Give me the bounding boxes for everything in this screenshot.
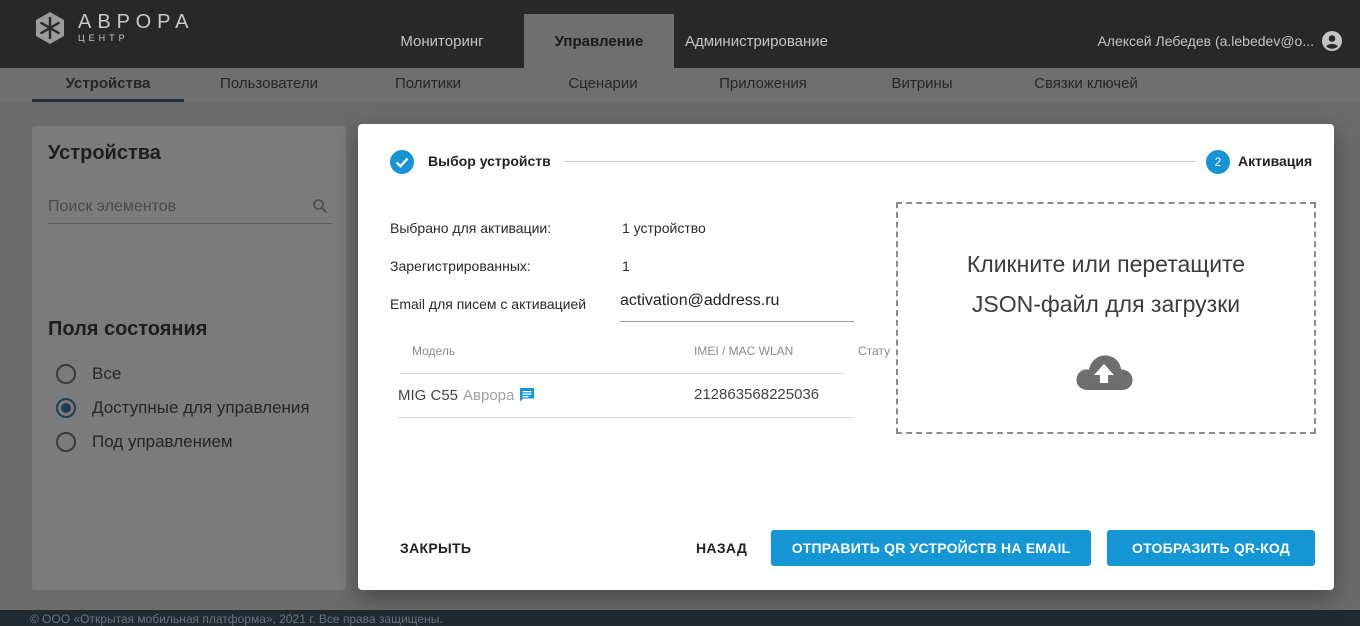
step2-number: 2 xyxy=(1206,150,1230,174)
search-placeholder: Поиск элементов xyxy=(48,198,177,215)
subnav-apps[interactable]: Приложения xyxy=(698,68,828,102)
column-header-status[interactable]: Стату xyxy=(858,344,890,358)
step-connector xyxy=(564,161,1196,162)
footer: © ООО «Открытая мобильная платформа», 20… xyxy=(0,610,1360,626)
close-button[interactable]: ЗАКРЫТЬ xyxy=(400,540,471,556)
sub-nav: Устройства Пользователи Политики Сценари… xyxy=(0,68,1360,102)
dropzone-text: Кликните или перетащите JSON-файл для за… xyxy=(898,244,1314,324)
radio-label: Все xyxy=(92,364,122,383)
check-icon xyxy=(395,157,409,168)
column-header-imei[interactable]: IMEI / MAC WLAN xyxy=(694,344,793,358)
selected-value: 1 устройство xyxy=(622,220,706,236)
cloud-upload-icon xyxy=(1076,355,1133,390)
send-qr-email-button[interactable]: ОТПРАВИТЬ QR УСТРОЙСТВ НА EMAIL xyxy=(771,530,1091,566)
radio-all[interactable]: Все xyxy=(56,364,121,384)
logo-name: АВРОРА xyxy=(78,11,195,33)
account-circle-icon xyxy=(1322,31,1342,51)
dropzone-line-2: JSON-файл для загрузки xyxy=(971,291,1241,317)
step-complete-badge xyxy=(390,150,414,174)
stepper: Выбор устройств 2 Активация xyxy=(390,150,1316,174)
step2-label: Активация xyxy=(1238,153,1313,169)
selected-label: Выбрано для активации: xyxy=(390,220,552,236)
subnav-devices[interactable]: Устройства xyxy=(32,68,184,102)
radio-button[interactable] xyxy=(56,432,76,452)
subnav-users[interactable]: Пользователи xyxy=(196,68,342,102)
back-button[interactable]: НАЗАД xyxy=(696,540,747,556)
radio-label: Доступные для управления xyxy=(92,398,310,417)
logo-icon xyxy=(36,12,64,44)
logo[interactable]: АВРОРА ЦЕНТР xyxy=(32,10,194,46)
dropzone-line-1: Кликните или перетащите xyxy=(966,251,1246,277)
search-icon xyxy=(313,199,328,214)
radio-button-checked[interactable] xyxy=(56,398,76,418)
registered-label: Зарегистрированных: xyxy=(390,258,531,274)
cell-model: MIG C55 Аврора xyxy=(398,386,536,404)
subnav-scenarios[interactable]: Сценарии xyxy=(548,68,658,102)
nav-administration[interactable]: Администрирование xyxy=(674,14,839,68)
radio-label: Под управлением xyxy=(92,432,233,451)
radio-available[interactable]: Доступные для управления xyxy=(56,398,310,418)
subnav-policies[interactable]: Политики xyxy=(378,68,478,102)
logo-sub: ЦЕНТР xyxy=(78,33,129,43)
main-nav: Мониторинг Управление Администрирование xyxy=(360,14,839,68)
table-row[interactable]: MIG C55 Аврора 212863568225036 xyxy=(398,374,854,418)
subnav-showcases[interactable]: Витрины xyxy=(870,68,974,102)
top-bar: АВРОРА ЦЕНТР Мониторинг Управление Админ… xyxy=(0,0,1360,68)
registered-value: 1 xyxy=(622,258,630,274)
email-label: Email для писем с активацией xyxy=(390,296,587,312)
cell-imei: 212863568225036 xyxy=(694,386,820,403)
status-fields-title: Поля состояния xyxy=(48,318,208,340)
column-header-model[interactable]: Модель xyxy=(412,344,455,358)
radio-button[interactable] xyxy=(56,364,76,384)
devices-sidebar: Устройства Поиск элементов Поля состояни… xyxy=(32,126,346,590)
copyright-text: © ООО «Открытая мобильная платформа», 20… xyxy=(30,612,443,626)
activation-dialog: Выбор устройств 2 Активация Выбрано для … xyxy=(358,124,1334,590)
user-menu[interactable]: Алексей Лебедев (a.lebedev@o... xyxy=(1097,31,1342,51)
json-dropzone[interactable]: Кликните или перетащите JSON-файл для за… xyxy=(896,202,1316,434)
email-field[interactable]: activation@address.ru xyxy=(620,288,854,322)
comment-icon[interactable] xyxy=(518,386,536,404)
device-vendor: Аврора xyxy=(463,386,515,404)
subnav-keychains[interactable]: Связки ключей xyxy=(1014,68,1158,102)
step1-label: Выбор устройств xyxy=(428,153,551,169)
nav-monitoring[interactable]: Мониторинг xyxy=(360,14,524,68)
radio-managed[interactable]: Под управлением xyxy=(56,432,233,452)
device-model: MIG C55 xyxy=(398,386,459,404)
search-input[interactable]: Поиск элементов xyxy=(48,198,332,224)
nav-management[interactable]: Управление xyxy=(524,14,674,68)
user-name: Алексей Лебедев (a.lebedev@o... xyxy=(1097,33,1314,49)
sidebar-title: Устройства xyxy=(48,142,161,164)
show-qr-button[interactable]: ОТОБРАЗИТЬ QR-КОД xyxy=(1107,530,1315,566)
